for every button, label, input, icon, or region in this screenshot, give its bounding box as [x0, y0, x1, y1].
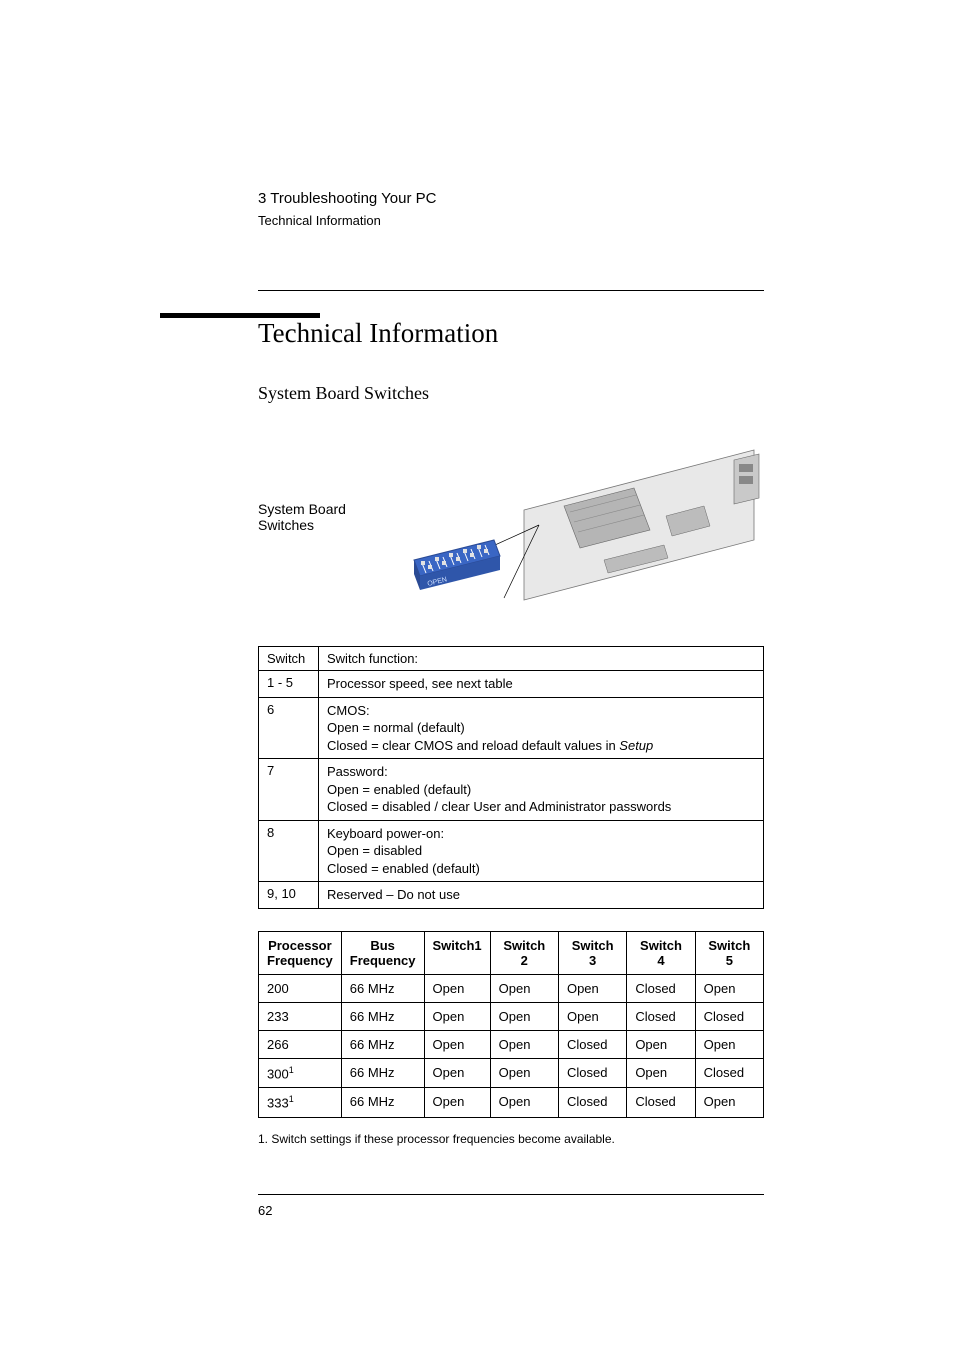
table-row: 1 - 5Processor speed, see next table: [259, 671, 764, 698]
divider-top: [258, 290, 764, 291]
switch-5: Closed: [695, 1059, 763, 1088]
figure-illustration: OPEN: [404, 430, 764, 615]
bus-frequency: 66 MHz: [341, 1031, 424, 1059]
freq-column-header: BusFrequency: [341, 932, 424, 975]
function-col-header: Switch function:: [319, 647, 764, 671]
switch-1: Open: [424, 1088, 490, 1117]
table-row: 300166 MHzOpenOpenClosedOpenClosed: [259, 1059, 764, 1088]
table-row: 20066 MHzOpenOpenOpenClosedOpen: [259, 975, 764, 1003]
switch-5: Open: [695, 1088, 763, 1117]
table-row: 7Password:Open = enabled (default)Closed…: [259, 759, 764, 821]
figure-label: System Board Switches: [258, 501, 392, 533]
section-label: Technical Information: [258, 213, 764, 228]
table-row: 6CMOS:Open = normal (default)Closed = cl…: [259, 697, 764, 759]
switch-number: 7: [259, 759, 319, 821]
figure: System Board Switches: [258, 432, 764, 612]
switch-1: Open: [424, 1031, 490, 1059]
table-row: 8Keyboard power-on:Open = disabledClosed…: [259, 820, 764, 882]
processor-frequency-table: ProcessorFrequencyBusFrequencySwitch1Swi…: [258, 931, 764, 1118]
bus-frequency: 66 MHz: [341, 1059, 424, 1088]
switch-2: Open: [490, 1003, 558, 1031]
switch-3: Closed: [558, 1088, 626, 1117]
switch-function: Processor speed, see next table: [319, 671, 764, 698]
page-number: 62: [258, 1203, 764, 1218]
switch-2: Open: [490, 1031, 558, 1059]
switch-5: Open: [695, 1031, 763, 1059]
switch-2: Open: [490, 975, 558, 1003]
switch-function: Password:Open = enabled (default)Closed …: [319, 759, 764, 821]
switch-col-header: Switch: [259, 647, 319, 671]
freq-column-header: Switch 5: [695, 932, 763, 975]
page-subtitle: System Board Switches: [258, 383, 764, 404]
freq-column-header: Switch 2: [490, 932, 558, 975]
switch-4: Open: [627, 1031, 695, 1059]
page-title: Technical Information: [258, 318, 764, 349]
switch-number: 9, 10: [259, 882, 319, 909]
table-row: 9, 10Reserved – Do not use: [259, 882, 764, 909]
switch-2: Open: [490, 1059, 558, 1088]
switch-function: Reserved – Do not use: [319, 882, 764, 909]
footnote: 1. Switch settings if these processor fr…: [258, 1132, 764, 1146]
freq-column-header: Switch 3: [558, 932, 626, 975]
switch-3: Closed: [558, 1059, 626, 1088]
processor-frequency: 233: [259, 1003, 342, 1031]
switch-1: Open: [424, 1059, 490, 1088]
switch-function-table: SwitchSwitch function:1 - 5Processor spe…: [258, 646, 764, 909]
switch-number: 6: [259, 697, 319, 759]
chapter-label: 3 Troubleshooting Your PC: [258, 190, 764, 207]
bus-frequency: 66 MHz: [341, 1088, 424, 1117]
table-row: 23366 MHzOpenOpenOpenClosedClosed: [259, 1003, 764, 1031]
freq-column-header: Switch1: [424, 932, 490, 975]
page-header: 3 Troubleshooting Your PC Technical Info…: [258, 190, 764, 228]
switch-3: Open: [558, 1003, 626, 1031]
switch-4: Closed: [627, 1003, 695, 1031]
switch-3: Closed: [558, 1031, 626, 1059]
bus-frequency: 66 MHz: [341, 1003, 424, 1031]
freq-column-header: ProcessorFrequency: [259, 932, 342, 975]
freq-column-header: Switch 4: [627, 932, 695, 975]
table-row: 333166 MHzOpenOpenClosedClosedOpen: [259, 1088, 764, 1117]
switch-function: Keyboard power-on:Open = disabledClosed …: [319, 820, 764, 882]
switch-4: Closed: [627, 975, 695, 1003]
table-row: 26666 MHzOpenOpenClosedOpenOpen: [259, 1031, 764, 1059]
switch-number: 8: [259, 820, 319, 882]
processor-frequency: 200: [259, 975, 342, 1003]
switch-function: CMOS:Open = normal (default)Closed = cle…: [319, 697, 764, 759]
switch-3: Open: [558, 975, 626, 1003]
divider-footer: [258, 1194, 764, 1195]
switch-4: Closed: [627, 1088, 695, 1117]
processor-frequency: 266: [259, 1031, 342, 1059]
switch-5: Closed: [695, 1003, 763, 1031]
switch-2: Open: [490, 1088, 558, 1117]
switch-4: Open: [627, 1059, 695, 1088]
processor-frequency: 3331: [259, 1088, 342, 1117]
processor-frequency: 3001: [259, 1059, 342, 1088]
switch-number: 1 - 5: [259, 671, 319, 698]
switch-5: Open: [695, 975, 763, 1003]
bus-frequency: 66 MHz: [341, 975, 424, 1003]
switch-1: Open: [424, 975, 490, 1003]
switch-1: Open: [424, 1003, 490, 1031]
